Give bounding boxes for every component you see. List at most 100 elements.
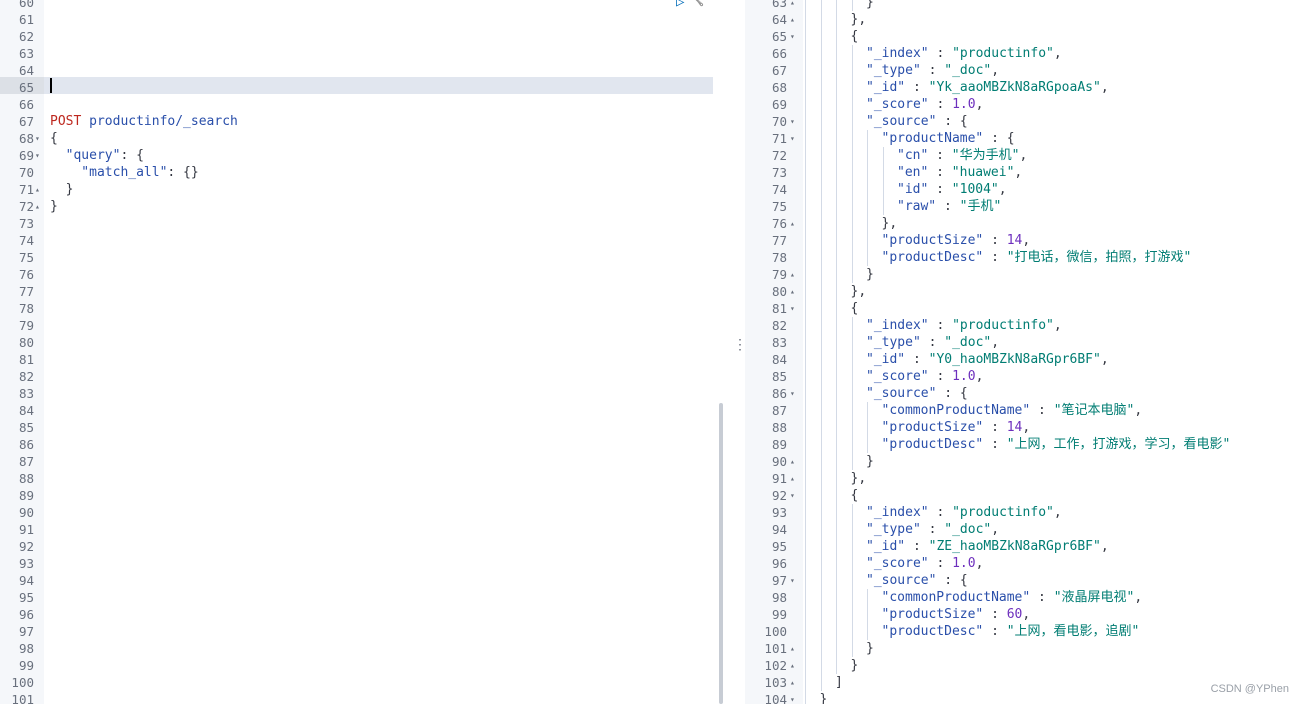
fold-close-icon[interactable]: ▴ [790, 266, 795, 283]
fold-close-icon[interactable]: ▴ [790, 657, 795, 674]
code-line[interactable]: 83 [0, 385, 724, 402]
fold-close-icon[interactable]: ▴ [790, 453, 795, 470]
fold-open-icon[interactable]: ▾ [790, 28, 795, 45]
request-scrollbar[interactable] [719, 403, 723, 704]
code-line[interactable]: 69 ▾ "query": { [0, 147, 724, 164]
code-line[interactable]: 71 ▴ } [0, 181, 724, 198]
code-line[interactable]: 65 [0, 79, 724, 96]
code-line[interactable]: 91 ▴}, [745, 470, 1303, 487]
code-line[interactable]: 93 [0, 555, 724, 572]
code-line[interactable]: 98 "commonProductName" : "液晶屏电视", [745, 589, 1303, 606]
code-line[interactable]: 100 [0, 674, 724, 691]
code-line[interactable]: 96 [0, 606, 724, 623]
fold-close-icon[interactable]: ▴ [790, 640, 795, 657]
code-line[interactable]: 101 [0, 691, 724, 704]
request-editor[interactable]: 60 61 62 63 64 65 66 67 POST productinfo/_search… [0, 0, 724, 704]
fold-open-icon[interactable]: ▾ [35, 147, 40, 164]
fold-open-icon[interactable]: ▾ [790, 487, 795, 504]
code-line[interactable]: 72 ▴} [0, 198, 724, 215]
code-line[interactable]: 67 "_type" : "_doc", [745, 62, 1303, 79]
code-line[interactable]: 66 "_index" : "productinfo", [745, 45, 1303, 62]
code-line[interactable]: 79 ▴} [745, 266, 1303, 283]
fold-close-icon[interactable]: ▴ [35, 198, 40, 215]
code-line[interactable]: 79 [0, 317, 724, 334]
code-line[interactable]: 89 "productDesc" : "上网，工作，打游戏，学习，看电影" [745, 436, 1303, 453]
fold-close-icon[interactable]: ▴ [790, 215, 795, 232]
wrench-icon[interactable]: 🔧 [690, 0, 704, 10]
fold-close-icon[interactable]: ▴ [790, 470, 795, 487]
play-icon[interactable]: ▷ [676, 0, 684, 10]
code-line[interactable]: 84 "_id" : "Y0_haoMBZkN8aRGpr6BF", [745, 351, 1303, 368]
code-line[interactable]: 88 [0, 470, 724, 487]
code-line[interactable]: 86 ▾ "_source" : { [745, 385, 1303, 402]
code-line[interactable]: 91 [0, 521, 724, 538]
code-line[interactable]: 72 "cn" : "华为手机", [745, 147, 1303, 164]
code-line[interactable]: 74 [0, 232, 724, 249]
code-line[interactable]: 73 "en" : "huawei", [745, 164, 1303, 181]
code-line[interactable]: 61 [0, 11, 724, 28]
fold-open-icon[interactable]: ▾ [790, 300, 795, 317]
code-line[interactable]: 94 "_type" : "_doc", [745, 521, 1303, 538]
code-line[interactable]: 63 [0, 45, 724, 62]
fold-close-icon[interactable]: ▴ [790, 674, 795, 691]
code-line[interactable]: 64 ▴}, [745, 11, 1303, 28]
code-line[interactable]: 97 ▾ "_source" : { [745, 572, 1303, 589]
code-line[interactable]: 70 "match_all": {} [0, 164, 724, 181]
pane-resizer-handle[interactable]: ⋮ [733, 334, 747, 356]
code-line[interactable]: 76 [0, 266, 724, 283]
fold-close-icon[interactable]: ▴ [790, 11, 795, 28]
code-line[interactable]: 87 [0, 453, 724, 470]
code-line[interactable]: 90 [0, 504, 724, 521]
code-line[interactable]: 81 [0, 351, 724, 368]
code-line[interactable]: 75 "raw" : "手机" [745, 198, 1303, 215]
code-line[interactable]: 86 [0, 436, 724, 453]
code-line[interactable]: 94 [0, 572, 724, 589]
code-line[interactable]: 65 ▾ { [745, 28, 1303, 45]
code-line[interactable]: 68 "_id" : "Yk_aaoMBZkN8aRGpoaAs", [745, 79, 1303, 96]
code-line[interactable]: 60 [0, 0, 724, 11]
fold-close-icon[interactable]: ▴ [35, 181, 40, 198]
code-line[interactable]: 76 ▴}, [745, 215, 1303, 232]
code-line[interactable]: 62 [0, 28, 724, 45]
code-line[interactable]: 84 [0, 402, 724, 419]
code-line[interactable]: 93 "_index" : "productinfo", [745, 504, 1303, 521]
fold-open-icon[interactable]: ▾ [790, 385, 795, 402]
code-line[interactable]: 92 ▾ { [745, 487, 1303, 504]
code-line[interactable]: 78 "productDesc" : "打电话，微信，拍照，打游戏" [745, 249, 1303, 266]
code-line[interactable]: 98 [0, 640, 724, 657]
code-line[interactable]: 74 "id" : "1004", [745, 181, 1303, 198]
fold-open-icon[interactable]: ▾ [790, 572, 795, 589]
code-line[interactable]: 70 ▾ "_source" : { [745, 113, 1303, 130]
code-line[interactable]: 100 "productDesc" : "上网，看电影，追剧" [745, 623, 1303, 640]
fold-open-icon[interactable]: ▾ [35, 130, 40, 147]
code-line[interactable]: 88 "productSize" : 14, [745, 419, 1303, 436]
fold-open-icon[interactable]: ▾ [790, 691, 795, 704]
code-line[interactable]: 101 ▴} [745, 640, 1303, 657]
code-line[interactable]: 92 [0, 538, 724, 555]
code-line[interactable]: 68 ▾ { [0, 130, 724, 147]
code-line[interactable]: 102 ▴} [745, 657, 1303, 674]
code-line[interactable]: 69 "_score" : 1.0, [745, 96, 1303, 113]
fold-open-icon[interactable]: ▾ [790, 130, 795, 147]
fold-close-icon[interactable]: ▴ [790, 0, 795, 11]
code-line[interactable]: 95 [0, 589, 724, 606]
code-line[interactable]: 95 "_id" : "ZE_haoMBZkN8aRGpr6BF", [745, 538, 1303, 555]
fold-open-icon[interactable]: ▾ [790, 113, 795, 130]
code-line[interactable]: 63 ▴} [745, 0, 1303, 11]
code-line[interactable]: 82 [0, 368, 724, 385]
code-line[interactable]: 89 [0, 487, 724, 504]
response-viewer[interactable]: 63 ▴} 64 ▴}, 65 ▾{66 "_index" : "productinfo",… [745, 0, 1303, 704]
code-line[interactable]: 83 "_type" : "_doc", [745, 334, 1303, 351]
code-line[interactable]: 78 [0, 300, 724, 317]
code-line[interactable]: 81 ▾ { [745, 300, 1303, 317]
code-line[interactable]: 80 ▴}, [745, 283, 1303, 300]
code-line[interactable]: 71 ▾ "productName" : { [745, 130, 1303, 147]
code-line[interactable]: 99 [0, 657, 724, 674]
code-line[interactable]: 77 "productSize" : 14, [745, 232, 1303, 249]
code-line[interactable]: 90 ▴} [745, 453, 1303, 470]
code-line[interactable]: 67 POST productinfo/_search [0, 113, 724, 130]
code-line[interactable]: 75 [0, 249, 724, 266]
code-line[interactable]: 96 "_score" : 1.0, [745, 555, 1303, 572]
code-line[interactable]: 85 "_score" : 1.0, [745, 368, 1303, 385]
code-line[interactable]: 87 "commonProductName" : "笔记本电脑", [745, 402, 1303, 419]
